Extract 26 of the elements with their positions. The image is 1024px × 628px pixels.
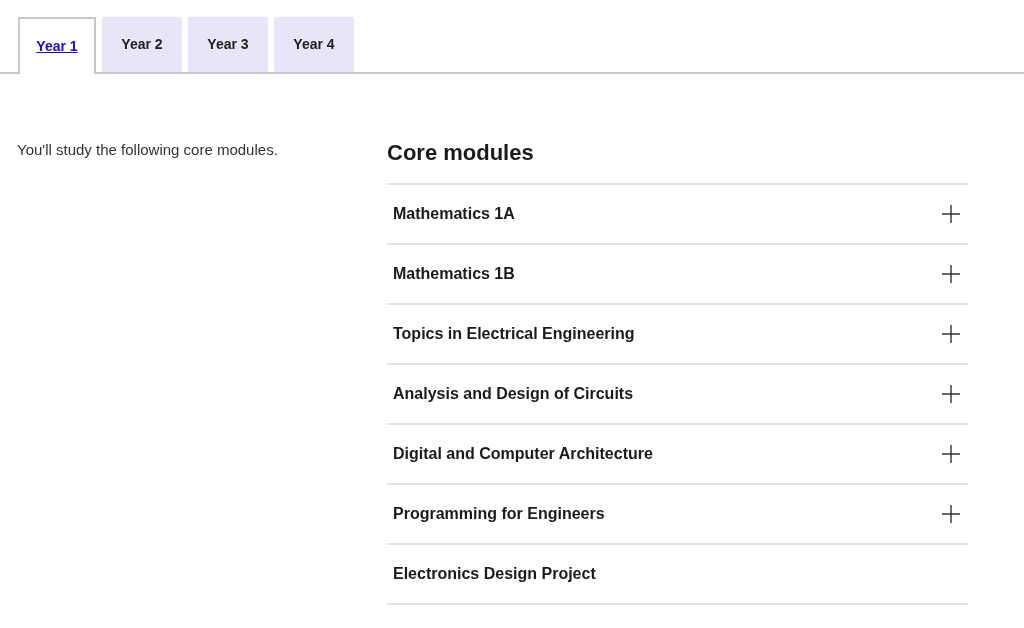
module-title: Mathematics 1B bbox=[393, 264, 515, 284]
plus-icon bbox=[942, 205, 960, 223]
plus-icon bbox=[942, 325, 960, 343]
plus-icon bbox=[942, 385, 960, 403]
module-row[interactable]: Analysis and Design of Circuits bbox=[387, 365, 968, 425]
plus-icon bbox=[942, 505, 960, 523]
module-title: Electronics Design Project bbox=[393, 564, 596, 584]
intro-text: You'll study the following core modules. bbox=[16, 140, 279, 160]
plus-icon bbox=[942, 445, 960, 463]
module-row[interactable]: Topics in Electrical Engineering bbox=[387, 305, 968, 365]
module-title: Digital and Computer Architecture bbox=[393, 444, 653, 464]
module-title: Mathematics 1A bbox=[393, 204, 515, 224]
module-row[interactable]: Mathematics 1A bbox=[387, 185, 968, 245]
module-title: Analysis and Design of Circuits bbox=[393, 384, 634, 404]
module-title: Programming for Engineers bbox=[393, 504, 605, 524]
year-tab[interactable]: Year 4 bbox=[274, 17, 354, 72]
year-tab[interactable]: Year 2 bbox=[102, 17, 182, 72]
module-row[interactable]: Digital and Computer Architecture bbox=[387, 425, 968, 485]
plus-icon bbox=[942, 265, 960, 283]
module-row[interactable]: Programming for Engineers bbox=[387, 485, 968, 545]
module-title: Topics in Electrical Engineering bbox=[393, 324, 635, 344]
module-row[interactable]: Mathematics 1B bbox=[387, 245, 968, 305]
year-tab[interactable]: Year 1 bbox=[18, 17, 96, 74]
module-row[interactable]: Electronics Design Project bbox=[387, 545, 968, 605]
section-heading: Core modules bbox=[387, 139, 535, 167]
year-tab[interactable]: Year 3 bbox=[188, 17, 268, 72]
